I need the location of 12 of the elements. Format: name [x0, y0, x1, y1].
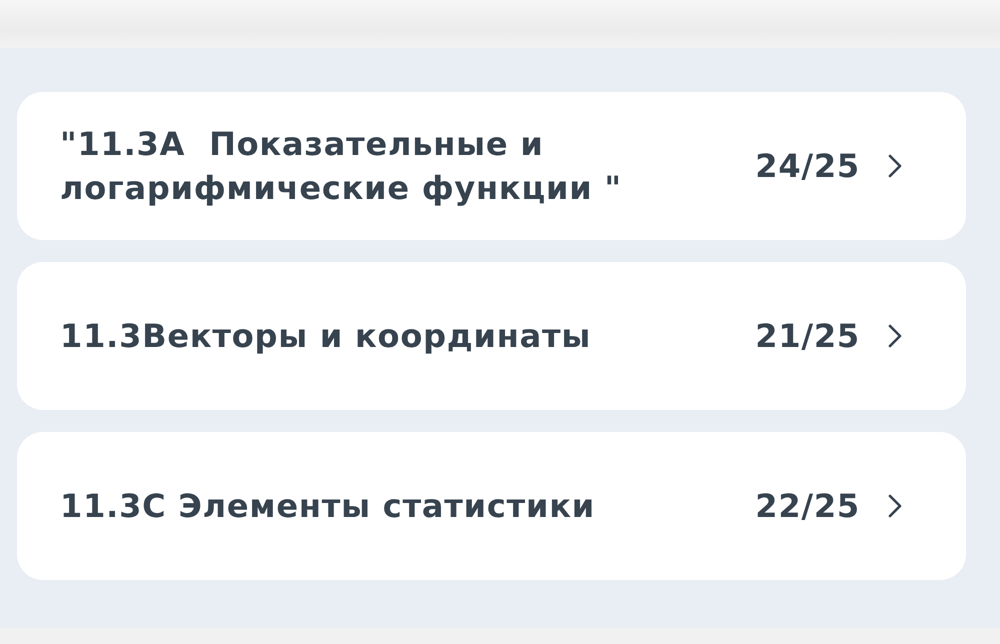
topic-title: 11.3Векторы и координаты — [60, 316, 592, 357]
topic-card[interactable]: 11.3Векторы и координаты 21/25 — [17, 262, 966, 410]
topic-score: 22/25 — [755, 487, 860, 525]
topic-card[interactable]: "11.3A Показательные и логарифмические функции " 24/25 — [17, 92, 966, 240]
topic-score: 21/25 — [755, 317, 860, 355]
topic-score: 24/25 — [755, 147, 860, 185]
topic-card[interactable]: 11.3C Элементы статистики 22/25 — [17, 432, 966, 580]
chevron-right-icon — [888, 324, 902, 348]
chevron-right-icon — [888, 154, 902, 178]
topic-title: 11.3C Элементы статистики — [60, 486, 595, 527]
chevron-right-icon — [888, 494, 902, 518]
topic-title: "11.3A Показательные и логарифмические функции " — [60, 124, 623, 209]
